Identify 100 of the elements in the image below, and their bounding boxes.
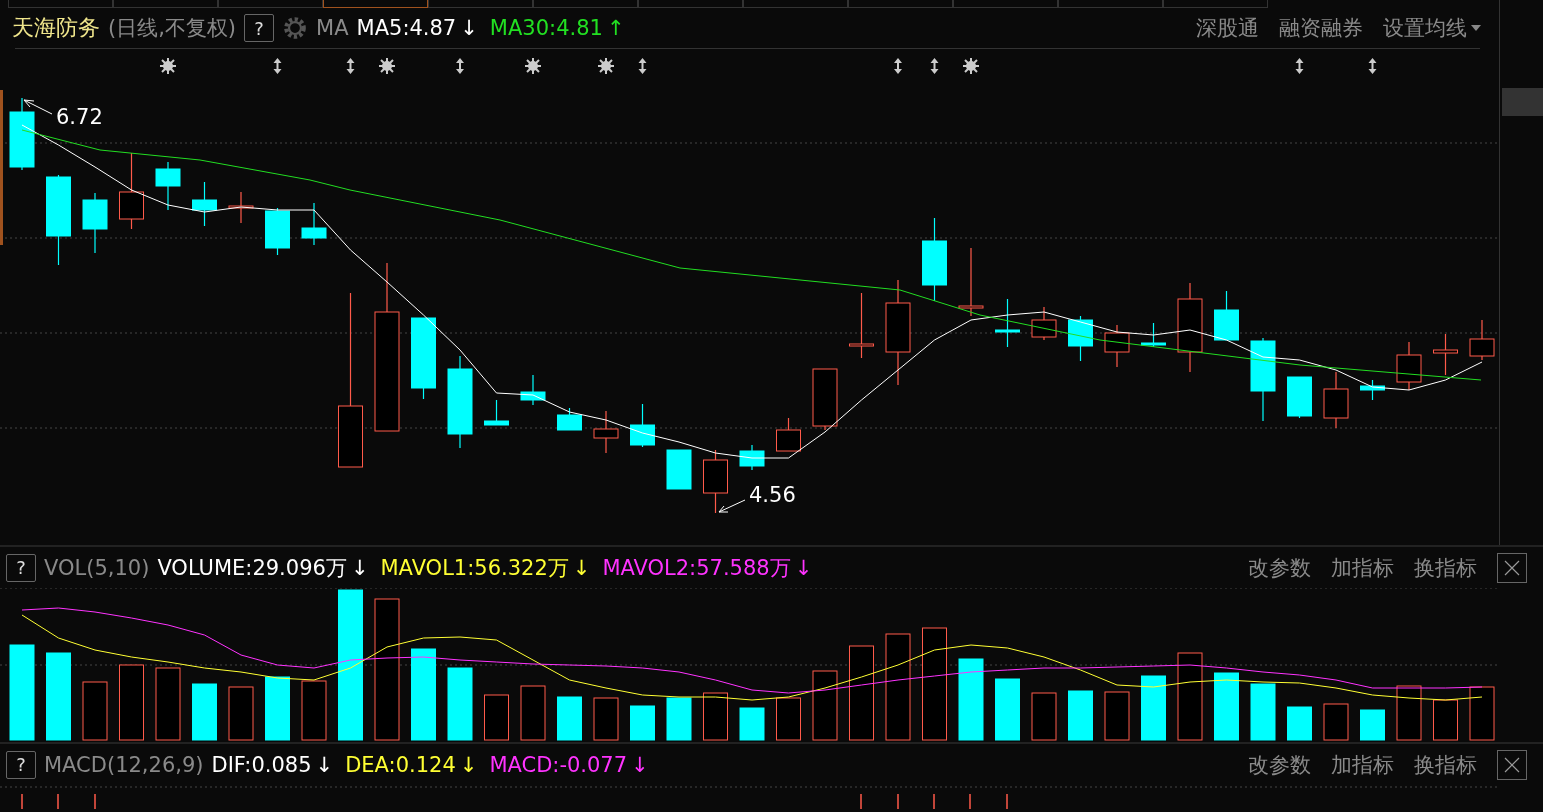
sun-icon[interactable]: [378, 57, 396, 75]
volume-bar: [739, 707, 765, 741]
candlestick: [1469, 319, 1495, 361]
up-down-arrow-icon[interactable]: [638, 58, 647, 74]
settings-icon[interactable]: [282, 15, 309, 41]
stock-title: 天海防务: [12, 14, 100, 42]
volume-bar: [1104, 691, 1130, 741]
candlestick: [630, 403, 655, 448]
caret-icon[interactable]: [1471, 25, 1481, 31]
candlestick: [1068, 315, 1093, 362]
volume-bar: [776, 697, 801, 741]
candlestick: [1031, 306, 1057, 341]
volume-bar: [1214, 672, 1239, 741]
tab[interactable]: [323, 0, 428, 8]
up-down-arrow-icon[interactable]: [346, 58, 355, 74]
indicator-action-link[interactable]: 换指标: [1414, 750, 1477, 779]
help-button[interactable]: ?: [244, 14, 275, 42]
help-button[interactable]: ?: [6, 750, 36, 779]
sun-icon[interactable]: [597, 57, 615, 75]
candlestick: [1360, 379, 1385, 401]
up-down-arrow-icon[interactable]: [930, 58, 939, 74]
candlestick: [557, 407, 582, 431]
indicator-name: MACD(12,26,9): [44, 752, 204, 777]
volume-bar: [520, 685, 546, 741]
volume-bar: [703, 692, 728, 741]
volume-bar: [666, 697, 692, 741]
volume-bar: [995, 678, 1020, 741]
indicator-name: MA: [316, 16, 349, 40]
close-button[interactable]: [1497, 749, 1527, 780]
sun-icon[interactable]: [524, 57, 542, 75]
close-icon: [1504, 559, 1520, 576]
volume-bar: [484, 694, 509, 741]
candlestick: [1104, 324, 1130, 368]
indicator-action-link[interactable]: 加指标: [1331, 750, 1394, 779]
close-button[interactable]: [1497, 552, 1527, 583]
volume-bar: [1031, 692, 1057, 741]
candlestick: [192, 181, 217, 227]
candlestick: [265, 207, 290, 256]
volume-bar: [1323, 703, 1349, 741]
volume-bar: [593, 697, 619, 741]
trend-arrow: ↓: [350, 555, 369, 580]
up-down-arrow-icon[interactable]: [456, 58, 464, 74]
toolbar-link[interactable]: 深股通: [1196, 14, 1259, 42]
indicator-value: MAVOL2:57.588万: [602, 554, 791, 582]
trend-arrow: ↓: [794, 555, 813, 580]
toolbar-link[interactable]: 融资融券: [1279, 14, 1363, 42]
high-price-label: 6.72: [56, 105, 103, 129]
scrollbar-thumb[interactable]: [1502, 88, 1543, 116]
up-down-arrow-icon[interactable]: [894, 58, 902, 74]
up-down-arrow-icon[interactable]: [1295, 58, 1304, 74]
close-icon: [1504, 756, 1520, 773]
volume-bar: [812, 670, 838, 741]
sun-icon[interactable]: [962, 57, 980, 75]
volume-bar: [1433, 699, 1458, 741]
candlestick: [155, 161, 181, 211]
volume-bar: [1250, 683, 1276, 741]
candlestick: [484, 399, 509, 426]
indicator-value: VOLUME:29.096万: [157, 554, 347, 582]
volume-bar: [1068, 690, 1093, 741]
candlestick: [593, 410, 619, 454]
candlestick: [666, 449, 692, 490]
volume-bar: [265, 676, 290, 741]
candlestick: [958, 247, 984, 317]
volume-bar: [1469, 686, 1495, 741]
volume-bar: [82, 681, 108, 741]
up-down-arrow-icon[interactable]: [273, 58, 282, 74]
volume-bar: [301, 680, 327, 741]
up-down-arrow-icon[interactable]: [1368, 58, 1377, 74]
indicator-value: MA5:4.87: [356, 16, 457, 40]
volume-bar: [557, 696, 582, 741]
low-price-label: 4.56: [749, 483, 796, 507]
indicator-action-link[interactable]: 改参数: [1248, 750, 1311, 779]
candlestick: [1141, 322, 1166, 348]
candlestick: [1323, 371, 1349, 429]
indicator-name: VOL(5,10): [44, 555, 150, 580]
candlestick: [739, 444, 765, 471]
indicator-value: MAVOL1:56.322万: [380, 554, 569, 582]
candlestick: [995, 298, 1020, 348]
chart-period-label: (日线,不复权): [108, 15, 237, 42]
sun-icon[interactable]: [159, 57, 177, 75]
volume-bar: [630, 705, 655, 741]
volume-bar: [1287, 706, 1312, 741]
candlestick: [1433, 333, 1458, 376]
trend-arrow: ↓: [631, 752, 649, 777]
volume-bar: [228, 686, 254, 741]
candlestick: [812, 368, 838, 431]
help-button[interactable]: ?: [6, 553, 36, 582]
candlestick: [849, 292, 874, 359]
trend-arrow: ↑: [606, 16, 625, 40]
volume-bar: [1360, 709, 1385, 741]
indicator-action-link[interactable]: 改参数: [1248, 553, 1311, 582]
indicator-value: MACD:-0.077: [489, 752, 628, 777]
toolbar-link[interactable]: 设置均线: [1383, 14, 1467, 42]
indicator-action-link[interactable]: 换指标: [1414, 553, 1477, 582]
volume-bar: [192, 683, 217, 741]
volume-bar: [1141, 675, 1166, 741]
indicator-value: DIF:0.085: [211, 752, 312, 777]
candlestick: [82, 192, 108, 254]
indicator-action-link[interactable]: 加指标: [1331, 553, 1394, 582]
candlestick: [1396, 341, 1422, 391]
